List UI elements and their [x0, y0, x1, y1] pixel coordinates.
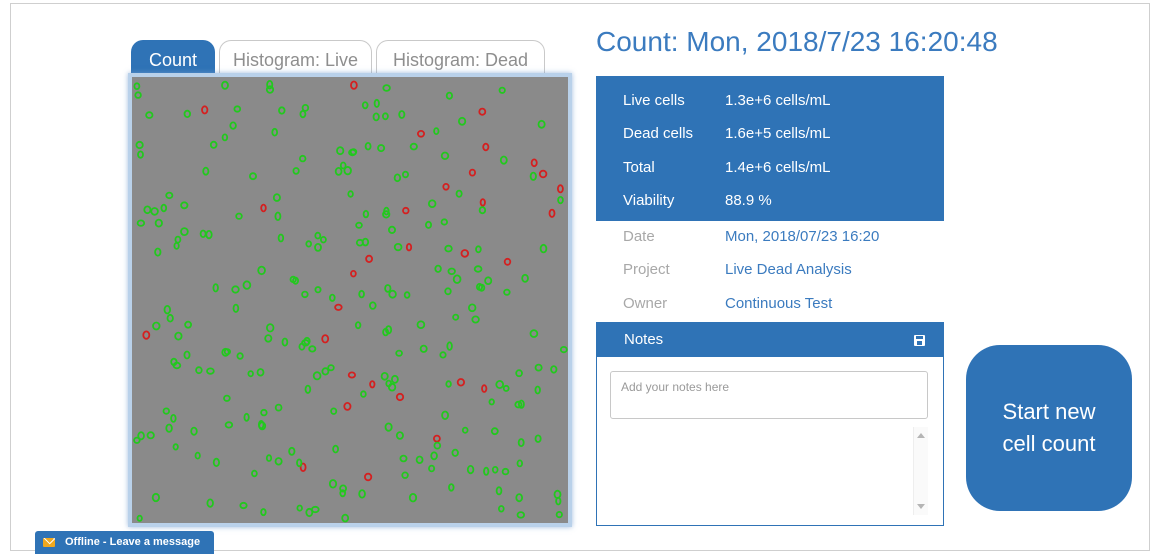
count-title: Count: Mon, 2018/7/23 16:20:48 [596, 26, 998, 57]
tab-histogram-live[interactable]: Histogram: Live [219, 40, 372, 74]
stat-label: Dead cells [623, 125, 694, 142]
meta-row-project: Project Live Dead Analysis [596, 258, 944, 282]
stats-panel: Live cells 1.3e+6 cells/mL Dead cells 1.… [596, 76, 944, 221]
stat-label: Live cells [623, 92, 685, 109]
notes-scrollbar[interactable] [913, 427, 928, 515]
scroll-down-icon[interactable] [917, 504, 925, 509]
tab-histogram-dead[interactable]: Histogram: Dead [376, 40, 545, 74]
scroll-up-icon[interactable] [917, 433, 925, 438]
cell-image-canvas [132, 77, 568, 523]
stat-label: Total [623, 159, 655, 176]
stat-label: Viability [623, 192, 675, 209]
stat-value: 1.4e+6 cells/mL [725, 159, 831, 176]
meta-row-date: Date Mon, 2018/07/23 16:20 [596, 225, 944, 249]
stat-value: 1.3e+6 cells/mL [725, 92, 831, 109]
start-new-cell-count-button[interactable]: Start new cell count [966, 345, 1132, 511]
stat-row-viability: Viability 88.9 % [596, 189, 944, 213]
notes-title: Notes [624, 331, 664, 348]
notes-input[interactable] [610, 371, 928, 419]
offline-chat-badge[interactable]: Offline - Leave a message [35, 531, 214, 554]
meta-label: Date [623, 228, 655, 245]
meta-value: Mon, 2018/07/23 16:20 [725, 228, 880, 245]
offline-label: Offline - Leave a message [65, 536, 201, 548]
notes-header: Notes [597, 323, 943, 357]
notes-panel: Notes [596, 322, 944, 526]
tab-count[interactable]: Count [131, 40, 215, 74]
meta-label: Owner [623, 295, 668, 312]
stat-row-live: Live cells 1.3e+6 cells/mL [596, 89, 944, 113]
cell-count-image [128, 73, 572, 527]
meta-value: Live Dead Analysis [725, 261, 852, 278]
stat-row-dead: Dead cells 1.6e+5 cells/mL [596, 122, 944, 146]
meta-label: Project [623, 261, 670, 278]
meta-value: Continuous Test [725, 295, 833, 312]
stat-row-total: Total 1.4e+6 cells/mL [596, 156, 944, 180]
save-icon[interactable] [914, 335, 925, 346]
stat-value: 88.9 % [725, 192, 772, 209]
stat-value: 1.6e+5 cells/mL [725, 125, 831, 142]
mail-icon [43, 538, 55, 547]
meta-row-owner: Owner Continuous Test [596, 292, 944, 316]
